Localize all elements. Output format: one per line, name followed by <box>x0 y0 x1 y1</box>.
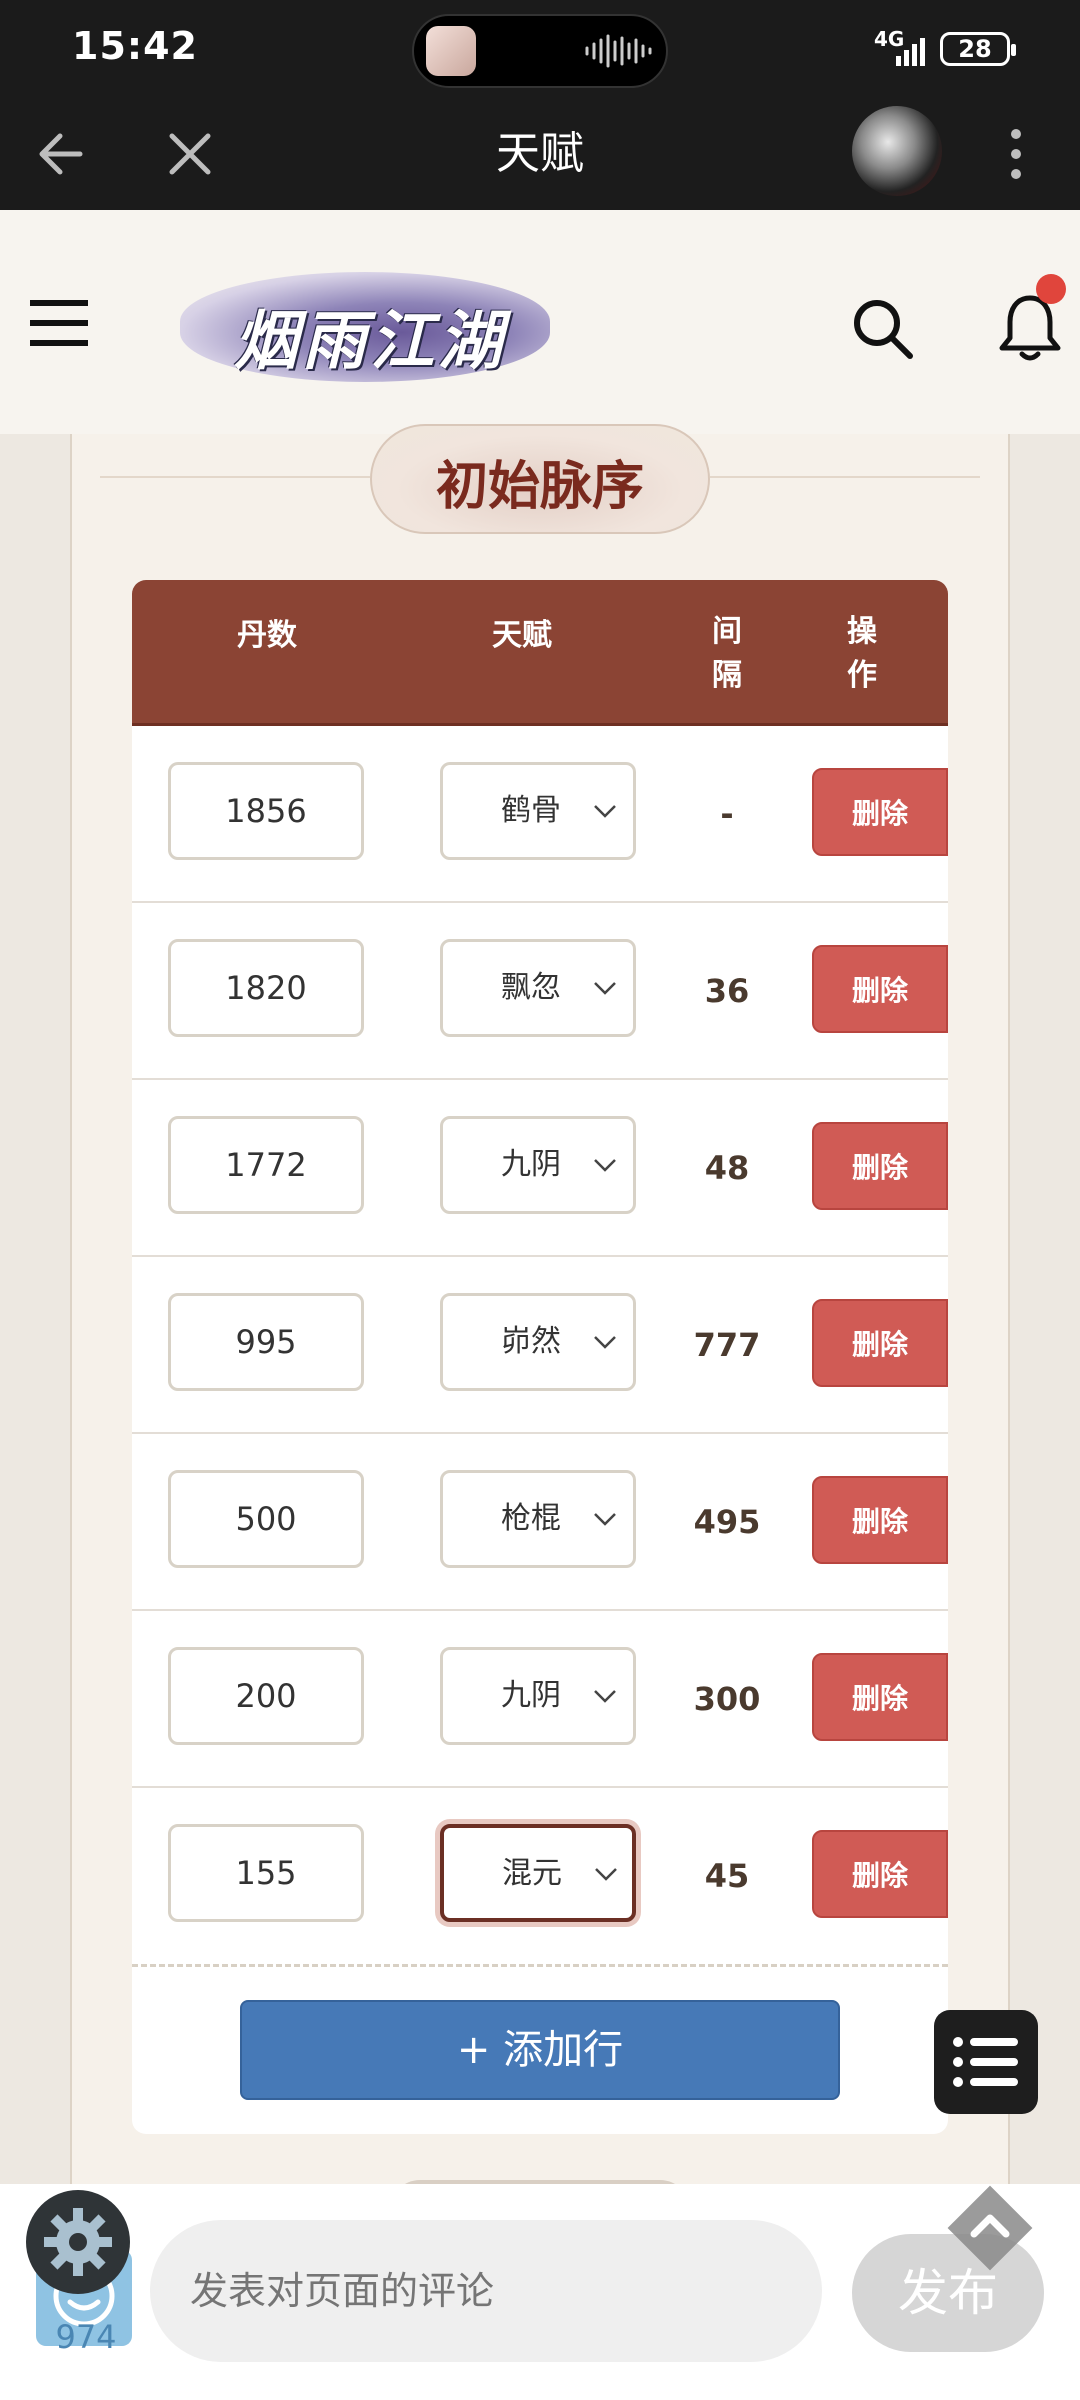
battery-indicator: 28 <box>940 32 1016 66</box>
table-row: 200 九阴 300 删除 <box>132 1611 948 1788</box>
site-logo-text: 烟雨江湖 <box>234 304 506 379</box>
talent-table: 丹数 天赋 间隔 操作 1856 鹤骨 - 删除 1820 飘忽 36 删除 1… <box>132 580 948 2134</box>
talent-select-value: 峁然 <box>501 1324 561 1359</box>
search-icon[interactable] <box>850 296 916 362</box>
delete-button[interactable]: 删除 <box>812 768 948 856</box>
signal-icon <box>896 38 925 66</box>
talent-select[interactable]: 枪棍 <box>440 1470 636 1568</box>
settings-button[interactable] <box>26 2190 130 2294</box>
interval-value: 45 <box>704 1857 750 1895</box>
avatar[interactable] <box>852 106 942 196</box>
delete-button[interactable]: 删除 <box>812 945 948 1033</box>
comment-input[interactable] <box>150 2220 822 2362</box>
chevron-down-icon <box>594 1513 616 1526</box>
count-input[interactable]: 1856 <box>168 762 364 860</box>
count-input[interactable]: 1772 <box>168 1116 364 1214</box>
talent-select[interactable]: 鹤骨 <box>440 762 636 860</box>
add-row-button[interactable]: + 添加行 <box>240 2000 840 2100</box>
talent-select-value: 九阴 <box>501 1147 561 1182</box>
delete-button[interactable]: 删除 <box>812 1299 948 1387</box>
table-of-contents-button[interactable] <box>934 2010 1038 2114</box>
column-header-count: 丹数 <box>237 618 297 653</box>
count-input[interactable]: 995 <box>168 1293 364 1391</box>
more-options-icon[interactable] <box>996 122 1036 186</box>
talent-select[interactable]: 飘忽 <box>440 939 636 1037</box>
hamburger-menu-icon[interactable] <box>30 298 90 348</box>
count-input[interactable]: 155 <box>168 1824 364 1922</box>
table-row: 500 枪棍 495 删除 <box>132 1434 948 1611</box>
delete-button[interactable]: 删除 <box>812 1653 948 1741</box>
list-icon <box>953 2037 1018 2087</box>
chevron-down-icon <box>595 1868 617 1881</box>
site-header: 烟雨江湖 <box>0 210 1080 434</box>
interval-value: 36 <box>704 972 750 1010</box>
table-row: 155 混元 45 删除 <box>132 1788 948 1965</box>
talent-select-value: 九阴 <box>501 1678 561 1713</box>
column-header-interval: 间隔 <box>712 614 742 693</box>
delete-button[interactable]: 删除 <box>812 1830 948 1918</box>
notification-badge <box>1036 274 1066 304</box>
section-heading-badge: 初始脉序 <box>370 424 710 534</box>
section-title: 初始脉序 <box>435 456 644 517</box>
media-thumbnail <box>426 26 476 76</box>
divider <box>132 1964 948 1971</box>
browser-title-bar: 天赋 <box>0 100 1080 210</box>
count-input[interactable]: 1820 <box>168 939 364 1037</box>
chevron-down-icon <box>594 1690 616 1703</box>
interval-value: 48 <box>704 1149 750 1187</box>
audio-wave-icon <box>585 34 652 68</box>
chevron-down-icon <box>594 805 616 818</box>
back-to-top-icon[interactable] <box>940 2178 1040 2278</box>
table-row: 1820 飘忽 36 删除 <box>132 903 948 1080</box>
column-header-talent: 天赋 <box>492 618 552 653</box>
chevron-down-icon <box>594 1336 616 1349</box>
table-row: 1772 九阴 48 删除 <box>132 1080 948 1257</box>
status-bar: 15:42 4G 28 <box>0 0 1080 100</box>
chevron-down-icon <box>594 1159 616 1172</box>
table-row: 995 峁然 777 删除 <box>132 1257 948 1434</box>
talent-select-value: 混元 <box>502 1856 562 1891</box>
talent-select-value: 鹤骨 <box>501 793 561 828</box>
gear-icon <box>44 2208 112 2276</box>
interval-value: - <box>720 795 734 833</box>
talent-select-value: 飘忽 <box>501 970 561 1005</box>
comment-count: 974 <box>55 2318 117 2356</box>
dynamic-island[interactable] <box>412 14 668 88</box>
count-input[interactable]: 500 <box>168 1470 364 1568</box>
talent-select[interactable]: 九阴 <box>440 1116 636 1214</box>
decorative-line <box>100 476 370 478</box>
interval-value: 300 <box>693 1680 761 1718</box>
count-input[interactable]: 200 <box>168 1647 364 1745</box>
comment-bar: 974 发布 <box>0 2184 1080 2400</box>
clock: 15:42 <box>72 24 198 68</box>
interval-value: 495 <box>693 1503 761 1541</box>
delete-button[interactable]: 删除 <box>812 1122 948 1210</box>
decorative-line <box>710 476 980 478</box>
interval-value: 777 <box>693 1326 761 1364</box>
talent-select[interactable]: 混元 <box>440 1824 636 1922</box>
talent-select-value: 枪棍 <box>501 1501 561 1536</box>
table-header: 丹数 天赋 间隔 操作 <box>132 580 948 726</box>
delete-button[interactable]: 删除 <box>812 1476 948 1564</box>
chevron-down-icon <box>594 982 616 995</box>
talent-select[interactable]: 峁然 <box>440 1293 636 1391</box>
talent-select[interactable]: 九阴 <box>440 1647 636 1745</box>
table-row: 1856 鹤骨 - 删除 <box>132 726 948 903</box>
signal-indicator: 4G <box>874 29 925 66</box>
column-header-operation: 操作 <box>847 614 877 693</box>
